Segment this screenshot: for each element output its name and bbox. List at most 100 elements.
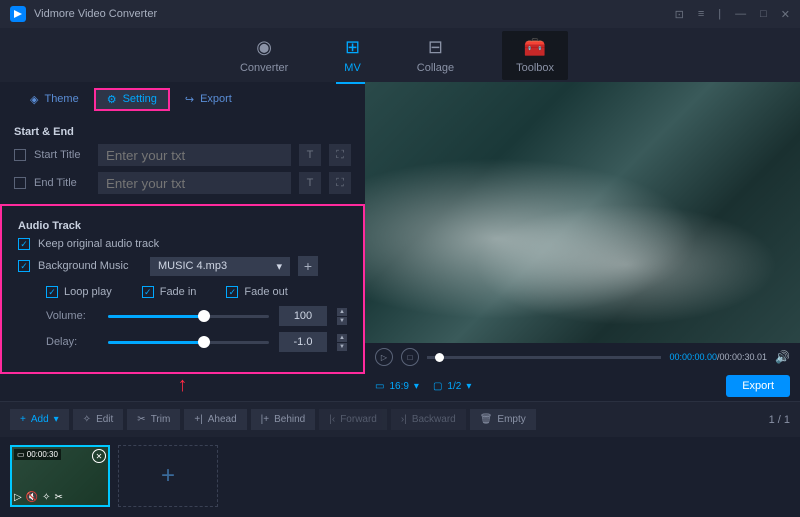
start-title-input[interactable] xyxy=(98,144,291,166)
preview-options: ▭ 16:9 ▾ ▢ 1/2 ▾ Export xyxy=(365,371,800,401)
clip-trim-icon[interactable]: ✂ xyxy=(55,492,63,503)
option-label: Fade in xyxy=(160,286,197,298)
aspect-ratio-dropdown[interactable]: ▭ 16:9 ▾ xyxy=(375,381,419,392)
progress-thumb[interactable] xyxy=(435,353,444,362)
clip-edit-icon[interactable]: ✧ xyxy=(42,492,50,503)
section-title: Audio Track xyxy=(18,220,347,232)
delay-value[interactable]: -1.0 xyxy=(279,332,327,352)
end-title-row: ✓ End Title T ⛶ xyxy=(14,172,351,194)
volume-icon[interactable]: 🔊 xyxy=(775,350,790,364)
time-display: 00:00:00.00/00:00:30.01 xyxy=(669,352,767,362)
ahead-button[interactable]: +| Ahead xyxy=(184,409,246,430)
play-button[interactable]: ▷ xyxy=(375,348,393,366)
minimize-icon[interactable]: — xyxy=(735,8,746,21)
right-panel: ▷ □ 00:00:00.00/00:00:30.01 🔊 ▭ 16:9 ▾ ▢… xyxy=(365,82,800,401)
btn-label: Empty xyxy=(497,414,525,425)
page-total: 1 xyxy=(784,414,790,426)
progress-bar[interactable] xyxy=(427,356,661,359)
expand-button[interactable]: ⛶ xyxy=(329,172,351,194)
tab-label: Toolbox xyxy=(516,62,554,74)
background-music-row: ✓ Background Music MUSIC 4.mp3 ▾ + xyxy=(18,256,347,276)
option-label: Fade out xyxy=(244,286,287,298)
text-style-button[interactable]: T xyxy=(299,172,321,194)
forward-button[interactable]: |‹Forward xyxy=(319,409,387,430)
spinner-up[interactable]: ▲ xyxy=(337,334,347,342)
expand-button[interactable]: ⛶ xyxy=(329,144,351,166)
menu-icon[interactable]: ≡ xyxy=(698,8,704,21)
clip-play-icon[interactable]: ▷ xyxy=(14,492,22,503)
tab-toolbox[interactable]: 🧰 Toolbox xyxy=(502,31,568,80)
preview-size-dropdown[interactable]: ▢ 1/2 ▾ xyxy=(433,381,471,392)
spinner-down[interactable]: ▼ xyxy=(337,343,347,351)
fadein-checkbox[interactable]: ✓ xyxy=(142,286,154,298)
delay-row: Delay: -1.0 ▲ ▼ xyxy=(46,332,347,352)
converter-icon: ◉ xyxy=(256,37,272,58)
tab-mv[interactable]: ⊞ MV xyxy=(336,33,369,78)
chevron-down-icon: ▾ xyxy=(414,381,419,392)
bg-music-checkbox[interactable]: ✓ xyxy=(18,260,30,272)
delay-slider[interactable] xyxy=(108,334,269,350)
dropdown-value: MUSIC 4.mp3 xyxy=(158,260,227,272)
preview-value: 1/2 xyxy=(447,381,461,392)
btn-label: Ahead xyxy=(208,414,237,425)
mv-icon: ⊞ xyxy=(345,37,360,58)
empty-button[interactable]: 🗑Empty xyxy=(470,409,536,430)
start-title-label: Start Title xyxy=(34,149,90,161)
clip-remove-button[interactable]: ✕ xyxy=(92,449,106,463)
keep-original-row: ✓ Keep original audio track xyxy=(18,238,347,250)
fade-out-option[interactable]: ✓ Fade out xyxy=(226,286,287,298)
clip-item[interactable]: ▭ 00:00:30 ✕ ▷ 🔇 ✧ ✂ xyxy=(10,445,110,507)
volume-slider[interactable] xyxy=(108,308,269,324)
loop-play-option[interactable]: ✓ Loop play xyxy=(46,286,112,298)
spinner-down[interactable]: ▼ xyxy=(337,317,347,325)
export-button[interactable]: Export xyxy=(726,375,790,397)
text-style-button[interactable]: T xyxy=(299,144,321,166)
bg-music-label: Background Music xyxy=(38,260,142,272)
page-indicator: 1 / 1 xyxy=(769,414,790,426)
app-title: Vidmore Video Converter xyxy=(34,8,157,20)
fade-in-option[interactable]: ✓ Fade in xyxy=(142,286,197,298)
subtab-theme[interactable]: ◈ Theme xyxy=(18,89,91,110)
behind-button[interactable]: |+Behind xyxy=(251,409,316,430)
close-icon[interactable]: ✕ xyxy=(781,8,790,21)
video-preview[interactable] xyxy=(365,82,800,343)
subtab-export[interactable]: ↪ Export xyxy=(173,89,244,110)
feedback-icon[interactable]: ⊡ xyxy=(675,8,684,21)
end-title-label: End Title xyxy=(34,177,90,189)
clip-mute-icon[interactable]: 🔇 xyxy=(26,492,38,503)
end-title-checkbox[interactable]: ✓ xyxy=(14,177,26,189)
add-clip-button[interactable]: + xyxy=(118,445,218,507)
app-logo xyxy=(10,6,26,22)
fadeout-checkbox[interactable]: ✓ xyxy=(226,286,238,298)
scissors-icon: ✂ xyxy=(137,414,145,425)
ahead-icon: +| xyxy=(194,414,202,425)
tab-converter[interactable]: ◉ Converter xyxy=(232,33,296,78)
subtab-setting[interactable]: ⚙ Setting xyxy=(95,89,169,110)
player-controls: ▷ □ 00:00:00.00/00:00:30.01 🔊 xyxy=(365,343,800,371)
delay-label: Delay: xyxy=(46,336,98,348)
volume-label: Volume: xyxy=(46,310,98,322)
add-button[interactable]: + Add ▾ xyxy=(10,409,69,430)
subtab-label: Export xyxy=(200,93,232,105)
trim-button[interactable]: ✂Trim xyxy=(127,409,180,430)
end-title-input[interactable] xyxy=(98,172,291,194)
wand-icon: ✧ xyxy=(83,414,91,425)
spinner-up[interactable]: ▲ xyxy=(337,308,347,316)
subtab-label: Theme xyxy=(44,93,78,105)
keep-original-checkbox[interactable]: ✓ xyxy=(18,238,30,250)
add-music-button[interactable]: + xyxy=(298,256,318,276)
annotation-arrow: ↑ xyxy=(0,374,365,397)
stop-button[interactable]: □ xyxy=(401,348,419,366)
volume-value[interactable]: 100 xyxy=(279,306,327,326)
tab-label: MV xyxy=(344,62,361,74)
loop-checkbox[interactable]: ✓ xyxy=(46,286,58,298)
tab-collage[interactable]: ⊟ Collage xyxy=(409,33,462,78)
gear-icon: ⚙ xyxy=(107,93,117,106)
window-controls: ⊡ ≡ | — □ ✕ xyxy=(675,8,790,21)
behind-icon: |+ xyxy=(261,414,269,425)
maximize-icon[interactable]: □ xyxy=(760,8,767,21)
start-title-checkbox[interactable]: ✓ xyxy=(14,149,26,161)
backward-button[interactable]: ›|Backward xyxy=(391,409,466,430)
edit-button[interactable]: ✧Edit xyxy=(73,409,124,430)
music-file-dropdown[interactable]: MUSIC 4.mp3 ▾ xyxy=(150,257,290,276)
